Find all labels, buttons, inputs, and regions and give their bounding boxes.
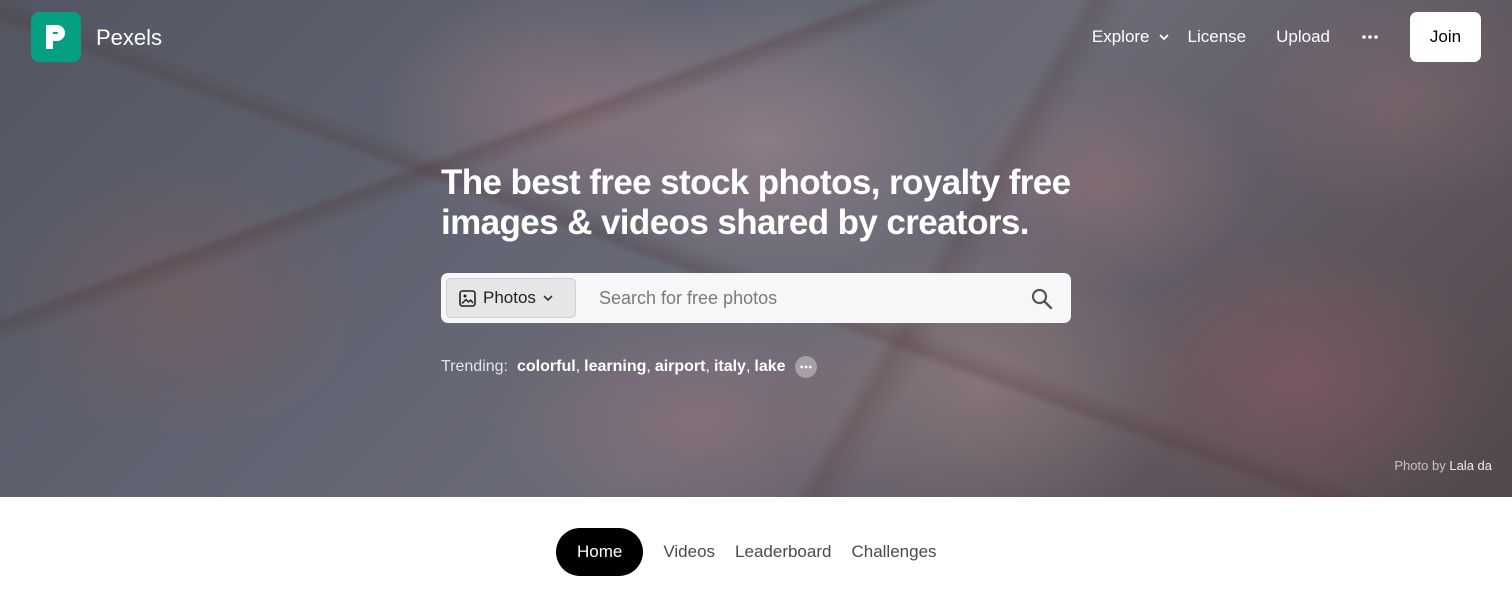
photo-credit: Photo by Lala da <box>1394 458 1492 473</box>
pexels-logo[interactable] <box>31 12 81 62</box>
search-input[interactable] <box>599 273 1019 323</box>
trending-tag[interactable]: italy <box>714 358 746 376</box>
search-bar: Photos <box>441 273 1071 323</box>
more-trending-button[interactable] <box>794 356 817 378</box>
trending-tag[interactable]: airport <box>655 358 706 376</box>
trending-label: Trending: <box>441 358 508 375</box>
tab-videos[interactable]: Videos <box>663 528 715 576</box>
nav-right: Explore License Upload Join <box>1092 12 1481 62</box>
trending-tag[interactable]: learning <box>584 358 646 376</box>
media-type-dropdown[interactable]: Photos <box>446 278 576 318</box>
explore-menu[interactable]: Explore <box>1092 27 1170 47</box>
top-navigation: Pexels Explore License Upload Join <box>31 12 1481 62</box>
join-button[interactable]: Join <box>1410 12 1481 62</box>
media-type-label: Photos <box>483 288 536 307</box>
headline-line-1: The best free stock photos, royalty free <box>441 163 1071 202</box>
photo-credit-author[interactable]: Lala da <box>1449 458 1492 473</box>
section-tabs: Home Videos Leaderboard Challenges <box>556 528 937 576</box>
tab-home[interactable]: Home <box>556 528 644 576</box>
pexels-logo-icon <box>46 25 65 49</box>
image-icon <box>459 289 476 307</box>
hero-headline: The best free stock photos, royalty free… <box>441 163 1081 243</box>
more-menu-button[interactable] <box>1362 27 1378 47</box>
headline-line-2: images & videos shared by creators. <box>441 203 1029 242</box>
tab-leaderboard[interactable]: Leaderboard <box>735 528 831 576</box>
explore-label: Explore <box>1091 27 1150 46</box>
upload-link[interactable]: Upload <box>1276 27 1330 47</box>
brand-name[interactable]: Pexels <box>96 25 162 51</box>
chevron-down-icon <box>543 295 553 302</box>
chevron-down-icon <box>1159 34 1168 41</box>
search-button[interactable] <box>1031 288 1053 310</box>
search-icon <box>1031 288 1053 310</box>
trending-tag[interactable]: colorful <box>517 358 576 376</box>
photo-credit-prefix: Photo by <box>1394 458 1446 473</box>
license-link[interactable]: License <box>1188 27 1247 47</box>
ellipsis-icon <box>799 365 812 369</box>
hero-section: Pexels Explore License Upload Join The b… <box>0 0 1512 497</box>
ellipsis-icon <box>1362 35 1378 39</box>
tab-challenges[interactable]: Challenges <box>851 528 936 576</box>
trending-tag[interactable]: lake <box>754 358 785 376</box>
trending-searches: Trending: colorful, learning, airport, i… <box>441 356 817 378</box>
